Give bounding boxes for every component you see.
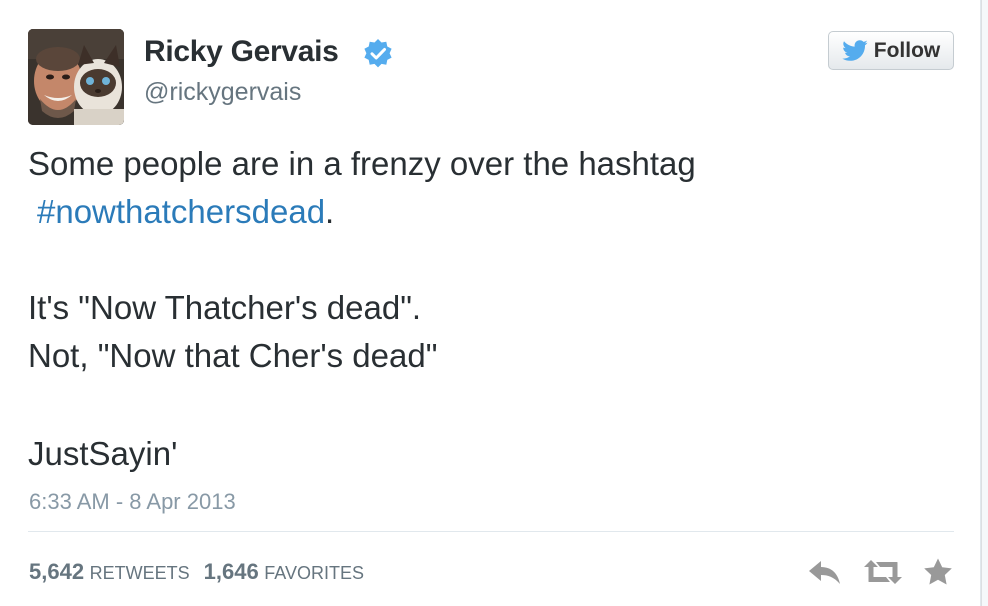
favorites-label: FAVORITES [264, 563, 364, 583]
reply-icon [809, 561, 840, 584]
tweet-line-5: JustSayin' [28, 435, 178, 472]
retweets-stat[interactable]: 5,642 RETWEETS [29, 559, 190, 584]
avatar-photo [28, 29, 124, 125]
favorites-stat[interactable]: 1,646 FAVORITES [203, 559, 364, 584]
page-scroll-edge [981, 0, 988, 606]
tweet-line-4: Not, "Now that Cher's dead" [28, 337, 438, 374]
user-name[interactable]: Ricky Gervais [144, 34, 339, 70]
retweet-icon [864, 560, 902, 584]
retweets-count: 5,642 [29, 559, 85, 584]
twitter-bird-icon [841, 39, 868, 61]
retweet-button[interactable] [862, 557, 904, 587]
tweet-timestamp[interactable]: 6:33 AM - 8 Apr 2013 [29, 488, 236, 516]
reply-button[interactable] [806, 557, 844, 587]
retweets-label: RETWEETS [89, 563, 190, 583]
favorite-button[interactable] [921, 557, 955, 587]
hashtag-link[interactable]: #nowthatchersdead [37, 193, 325, 230]
tweet-card: Ricky Gervais @rickygervais Follow Some … [0, 0, 981, 606]
tweet-line-1: Some people are in a frenzy over the has… [28, 145, 696, 182]
follow-button[interactable]: Follow [828, 31, 954, 70]
favorites-count: 1,646 [203, 559, 259, 584]
hashtag-suffix: . [325, 193, 335, 230]
follow-label: Follow [873, 38, 941, 62]
divider [28, 531, 954, 532]
user-handle[interactable]: @rickygervais [144, 77, 301, 107]
tweet-line-2: #nowthatchersdead. [37, 192, 334, 232]
avatar[interactable] [28, 29, 124, 125]
star-icon [924, 558, 952, 585]
verified-badge-icon [364, 39, 392, 68]
tweet-stats: 5,642 RETWEETS 1,646 FAVORITES [29, 558, 364, 587]
tweet-line-3: It's "Now Thatcher's dead". [28, 289, 422, 326]
